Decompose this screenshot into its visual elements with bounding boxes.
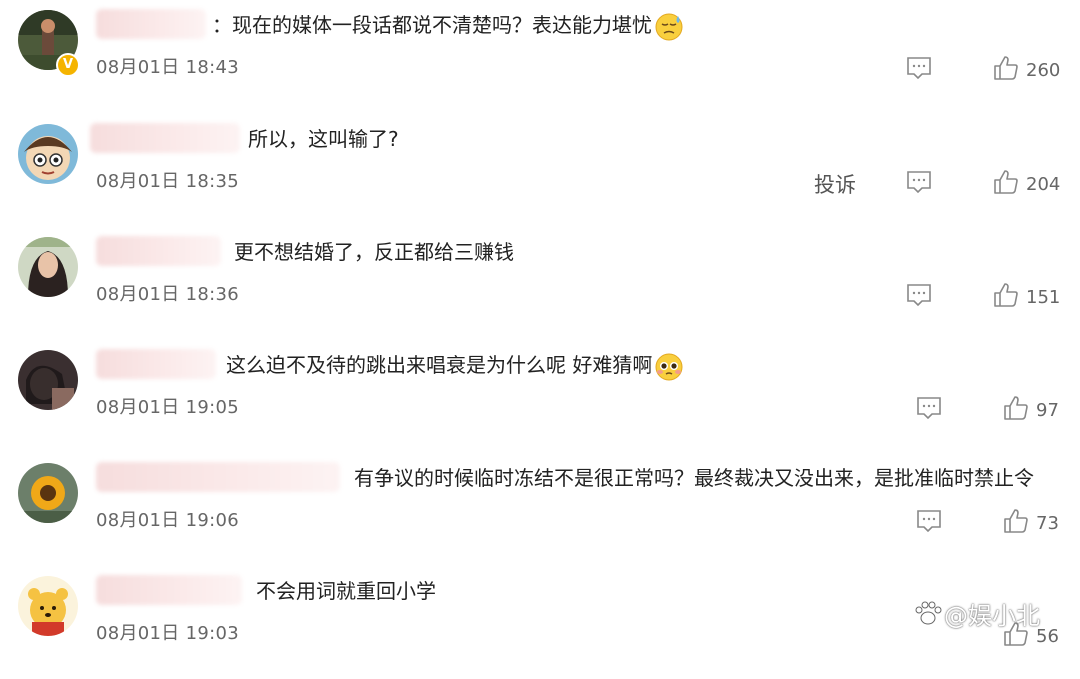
reply-icon[interactable] <box>916 396 942 420</box>
report-button[interactable]: 投诉 <box>814 169 856 199</box>
sweat-face-icon <box>655 13 683 40</box>
comment-time: 08月01日 18:43 <box>96 57 240 78</box>
verified-badge-icon: V <box>56 53 80 77</box>
comment-time: 08月01日 19:03 <box>96 623 240 644</box>
like-thumb-icon[interactable] <box>993 169 1019 195</box>
comment-time: 08月01日 19:05 <box>96 397 240 418</box>
blurred-username <box>96 575 242 605</box>
blurred-username <box>96 349 216 379</box>
comment-text: 有争议的时候临时冻结不是很正常吗？最终裁决又没出来，是批准临时禁止令 <box>354 466 1034 490</box>
avatar[interactable] <box>18 576 78 636</box>
reply-icon[interactable] <box>916 509 942 533</box>
comment-text: 更不想结婚了，反正都给三赚钱 <box>234 240 514 264</box>
watermark: @娱小北 <box>944 602 1040 630</box>
avatar[interactable] <box>18 237 78 297</box>
blurred-username <box>96 236 221 266</box>
avatar[interactable] <box>18 350 78 410</box>
comment-item: 这么迫不及待的跳出来唱衰是为什么呢 好难猜啊 08月01日 19:05 97 <box>0 340 1080 453</box>
comment-item: V ：现在的媒体一段话都说不清楚吗？表达能力堪忧 08月01日 18:43 26… <box>0 0 1080 113</box>
blurred-username <box>96 9 206 39</box>
like-thumb-icon[interactable] <box>993 282 1019 308</box>
like-count: 97 <box>1036 400 1059 421</box>
reply-icon[interactable] <box>906 170 932 194</box>
reply-icon[interactable] <box>906 56 932 80</box>
comment-time: 08月01日 18:35 <box>96 171 240 192</box>
avatar[interactable] <box>18 124 78 184</box>
reply-icon[interactable] <box>906 283 932 307</box>
comment-time: 08月01日 18:36 <box>96 284 240 305</box>
comment-text: 不会用词就重回小学 <box>256 579 436 603</box>
comment-text: ：现在的媒体一段话都说不清楚吗？表达能力堪忧 <box>212 11 684 42</box>
like-count: 73 <box>1036 513 1059 534</box>
avatar[interactable] <box>18 463 78 523</box>
blurred-username <box>96 462 340 492</box>
blurred-username <box>90 123 240 153</box>
comment-text: 这么迫不及待的跳出来唱衰是为什么呢 好难猜啊 <box>226 351 684 382</box>
like-count: 151 <box>1026 287 1061 308</box>
like-count: 204 <box>1026 174 1061 195</box>
like-count: 260 <box>1026 60 1061 81</box>
like-thumb-icon[interactable] <box>1003 508 1029 534</box>
comment-item: 有争议的时候临时冻结不是很正常吗？最终裁决又没出来，是批准临时禁止令 08月01… <box>0 453 1080 566</box>
watermark-paw-icon <box>915 601 942 625</box>
comment-item: 所以，这叫输了? 08月01日 18:35 204 <box>0 114 1080 227</box>
comment-text: 所以，这叫输了? <box>248 127 399 151</box>
pleading-face-icon <box>655 353 683 380</box>
like-thumb-icon[interactable] <box>1003 395 1029 421</box>
comment-item: 更不想结婚了，反正都给三赚钱 08月01日 18:36 151 <box>0 227 1080 340</box>
like-thumb-icon[interactable] <box>993 55 1019 81</box>
comment-time: 08月01日 19:06 <box>96 510 240 531</box>
